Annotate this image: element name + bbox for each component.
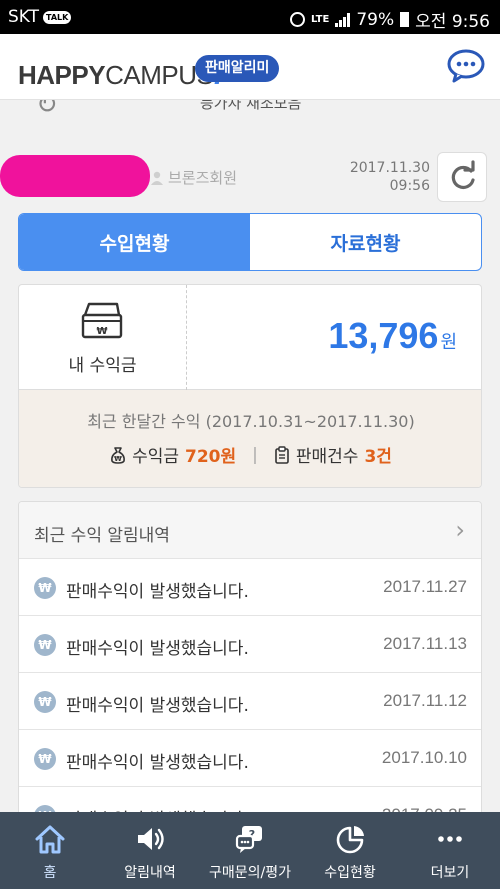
svg-text:₩: ₩ — [114, 455, 122, 463]
nav-income-status-label: 수입현황 — [324, 865, 376, 881]
recent-income-notifications: 최근 수익 알림내역 › ₩ 판매수익이 발생했습니다. 2017.11.27 … — [18, 501, 482, 831]
notification-date: 2017.11.13 — [383, 634, 467, 653]
nav-inquiry-review-label: 구매문의/평가 — [209, 865, 291, 881]
network-label: LTE — [310, 14, 330, 25]
alarm-icon — [289, 12, 305, 27]
sales-count-value: 3건 — [364, 447, 392, 467]
battery-label: 79% — [356, 9, 395, 30]
nav-notifications-label: 알림내역 — [124, 865, 176, 881]
notification-message: 판매수익이 발생했습니다. — [66, 696, 249, 716]
money-bag-icon: ₩ — [111, 446, 126, 464]
home-icon — [35, 825, 65, 854]
income-value: 720원 — [185, 447, 237, 467]
won-coin-icon: ₩ — [34, 634, 56, 656]
nav-notifications[interactable]: 알림내역 — [100, 812, 200, 889]
sales-notifier-badge: 판매알리미 — [195, 55, 280, 82]
earnings-card: ₩ 내 수익금 13,796 원 최근 한달간 수익 (2017.10.31~20… — [18, 284, 482, 488]
signal-icon — [335, 12, 351, 27]
nav-income-status[interactable]: 수입현황 — [300, 812, 400, 889]
notification-message: 판매수익이 발생했습니다. — [66, 582, 249, 602]
chat-button[interactable] — [446, 49, 486, 83]
status-tabs: 수입현황 자료현황 — [18, 213, 482, 271]
sales-count-label: 판매건수 — [295, 447, 359, 467]
tab-income-status[interactable]: 수입현황 — [19, 214, 250, 270]
refresh-button[interactable] — [437, 152, 487, 202]
last-updated: 2017.11.30 09:56 — [350, 159, 430, 195]
list-item[interactable]: ₩ 판매수익이 발생했습니다. 2017.11.13 — [19, 616, 481, 673]
notification-message: 판매수익이 발생했습니다. — [66, 753, 249, 773]
list-item[interactable]: ₩ 판매수익이 발생했습니다. 2017.11.12 — [19, 673, 481, 730]
person-icon — [151, 171, 163, 185]
notification-date: 2017.11.27 — [383, 577, 467, 596]
user-info-row: 브론즈회원 2017.11.30 09:56 — [0, 145, 500, 205]
nav-more[interactable]: 더보기 — [400, 812, 500, 889]
last-updated-date: 2017.11.30 — [349, 160, 430, 176]
member-grade: 브론즈회원 — [150, 167, 237, 188]
won-coin-icon: ₩ — [34, 577, 56, 599]
refresh-icon: ↻ — [36, 100, 58, 120]
chevron-right-icon: › — [455, 516, 465, 544]
refresh-icon — [451, 160, 475, 190]
notifications-title: 최근 수익 알림내역 — [34, 526, 170, 546]
talk-badge-icon: TALK — [43, 10, 72, 24]
recent-summary: ₩ 수익금 720원 | 판매건수 3건 — [19, 442, 481, 467]
speaker-icon — [138, 828, 164, 850]
clipboard-icon — [275, 445, 289, 464]
notifications-header[interactable]: 최근 수익 알림내역 › — [19, 502, 481, 559]
svg-text:₩: ₩ — [96, 326, 107, 337]
won-coin-icon: ₩ — [34, 691, 56, 713]
earnings-amount: 13,796 원 — [328, 315, 457, 357]
my-earnings-label: 내 수익금 — [68, 356, 137, 376]
recent-period-label: 최근 한달간 수익 (2017.10.31~2017.11.30) — [87, 412, 415, 431]
earnings-amount-value: 13,796 — [328, 315, 439, 356]
clock-label: 오전 9:56 — [415, 12, 490, 32]
more-icon — [438, 836, 462, 842]
last-updated-time: 09:56 — [389, 178, 430, 194]
summary-separator: | — [252, 444, 258, 465]
nav-home[interactable]: 홈 — [0, 812, 100, 889]
chat-bubble-icon — [447, 49, 485, 83]
notification-date: 2017.10.10 — [381, 748, 467, 767]
won-coin-icon: ₩ — [34, 748, 56, 770]
status-bar: SKT TALK LTE 79% 오전 9:56 — [0, 0, 500, 34]
happycampus-logo[interactable]: HAPPYCAMPUS! — [18, 58, 223, 92]
notification-message: 판매수익이 발생했습니다. — [66, 639, 249, 659]
chat-icon: ? — [235, 826, 262, 853]
peek-text: 등가자 재조모음 — [200, 100, 302, 112]
redacted-username — [0, 155, 150, 197]
nav-more-label: 더보기 — [430, 865, 470, 881]
list-item[interactable]: ₩ 판매수익이 발생했습니다. 2017.10.10 — [19, 730, 481, 787]
nav-inquiry-review[interactable]: ? 구매문의/평가 — [200, 812, 300, 889]
battery-icon — [400, 12, 410, 27]
income-label: 수익금 — [132, 447, 179, 467]
notification-date: 2017.11.12 — [383, 691, 467, 710]
money-box-icon: ₩ — [81, 302, 123, 339]
member-grade-label: 브론즈회원 — [168, 169, 238, 187]
logo-happy: HAPPY — [18, 60, 106, 90]
list-item[interactable]: ₩ 판매수익이 발생했습니다. 2017.11.27 — [19, 559, 481, 616]
nav-home-label: 홈 — [43, 865, 57, 881]
bottom-navigation: 홈 알림내역 ? 구매문의/평가 수입현황 더보기 — [0, 812, 500, 889]
earnings-amount-unit: 원 — [440, 332, 457, 352]
tab-material-status[interactable]: 자료현황 — [250, 214, 481, 270]
scrolled-content-peek: ↻ 등가자 재조모음 — [0, 100, 500, 120]
chart-icon — [336, 826, 364, 854]
carrier-label: SKT — [8, 7, 40, 27]
